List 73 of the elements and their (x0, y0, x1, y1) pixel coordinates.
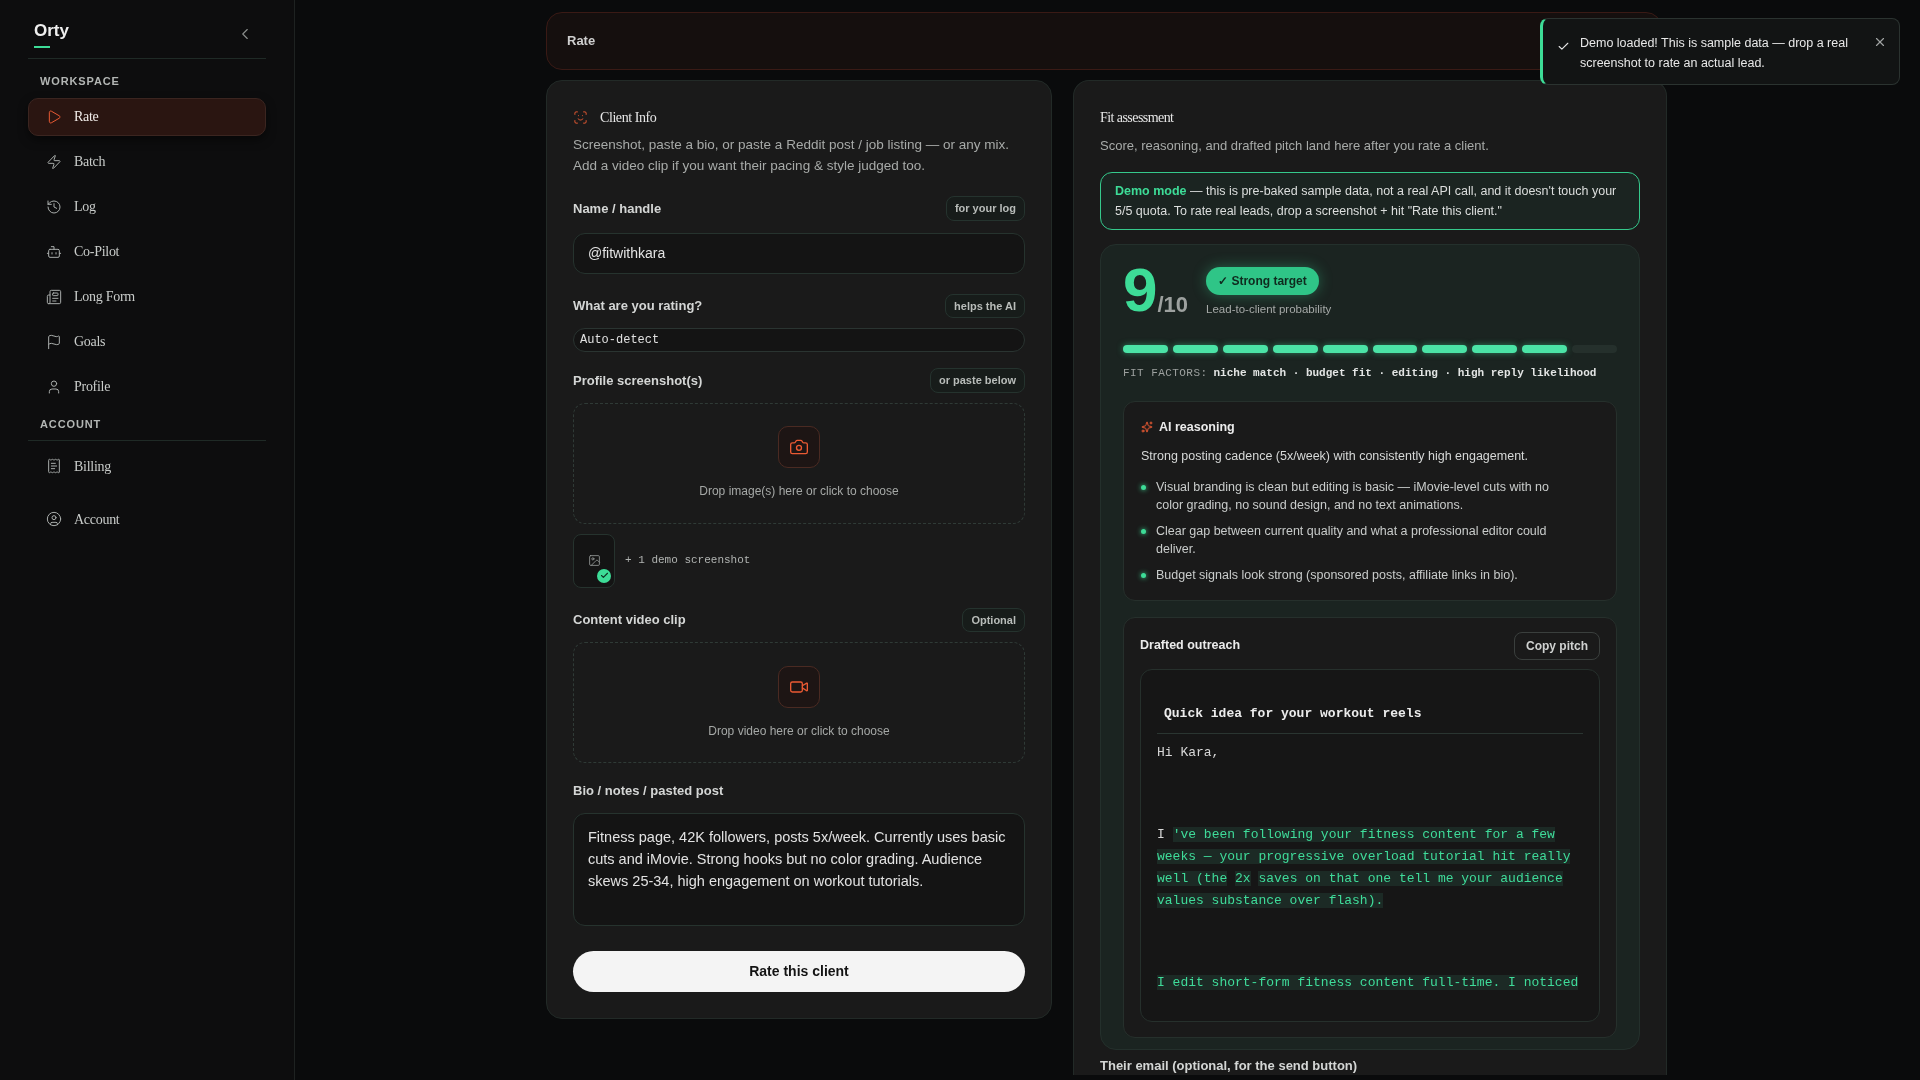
field-tag: for your log (945, 196, 1025, 221)
drop-zone[interactable]: Drop video here or click to choose (573, 642, 1025, 763)
sidebar-item[interactable]: Account (28, 500, 266, 539)
field-label: Bio / notes / pasted post (573, 782, 724, 800)
nav-icon (46, 511, 62, 528)
copy-pitch-button[interactable]: Copy pitch (1514, 631, 1600, 660)
section-heading: ACCOUNT (28, 405, 266, 442)
sidebar-item[interactable]: Rate (28, 97, 266, 136)
card-description: Score, reasoning, and drafted pitch land here after you rate a client. (1100, 137, 1490, 155)
drop-hint: Drop image(s) here or click to choose (699, 483, 899, 500)
type-select[interactable]: Auto-detect (573, 328, 1025, 352)
card-title: Client Info (600, 109, 657, 127)
nav-icon (46, 243, 62, 260)
nav-icon (46, 378, 62, 395)
check-badge (597, 568, 611, 583)
reasoning-point: Visual branding is clean but editing is basic — iMovie-level cuts with no color grading, no sound design, and no text animations. (1156, 478, 1551, 514)
sidebar-item[interactable]: Goals (28, 322, 266, 361)
camera-icon (778, 426, 820, 468)
check-icon (1557, 40, 1570, 53)
sidebar-item[interactable]: Log (28, 187, 266, 226)
card-title: Fit assessment (1100, 109, 1175, 127)
drop-hint: Drop video here or click to choose (708, 722, 890, 740)
nav-icon (46, 288, 62, 305)
close-icon[interactable] (1873, 35, 1887, 49)
reasoning-summary: Strong posting cadence (5x/week) with consistently high engagement. (1141, 447, 1530, 465)
video-icon (778, 665, 820, 708)
sidebar-item[interactable]: Batch (28, 142, 266, 181)
outreach-title: Drafted outreach (1140, 637, 1241, 655)
field-tag: Optional (962, 607, 1025, 632)
field-label: Profile screenshot(s) (573, 371, 703, 390)
section-heading: WORKSPACE (39, 74, 121, 90)
screenshot-thumbnail[interactable] (573, 533, 615, 588)
image-icon (587, 554, 601, 567)
drop-zone[interactable]: Drop image(s) here or click to choose (573, 402, 1025, 524)
name-field[interactable]: @fitwithkara (573, 232, 1025, 274)
fit-factors: niche match · budget fit · editing · high reply likelihood (1213, 365, 1597, 381)
field-label: What are you rating? (573, 297, 703, 315)
sidebar-item[interactable]: Co-Pilot (28, 232, 266, 271)
pitch-paragraph: I edit short-form fitness content full-time. I noticed (1157, 974, 1580, 992)
scan-icon (573, 110, 588, 125)
attachment-count: + 1 demo screenshot (625, 553, 751, 569)
field-label: Name / handle (573, 199, 662, 218)
field-tag: helps the AI (945, 293, 1025, 318)
nav-icon (46, 153, 62, 170)
sidebar-item[interactable]: Long Form (28, 277, 266, 316)
sidebar-item[interactable]: Profile (28, 367, 266, 406)
brand-logo: Orty (34, 20, 69, 42)
email-label: Their email (optional, for the send button) (1100, 1056, 1359, 1075)
nav-icon (46, 108, 62, 125)
score-scale: /10 (1157, 291, 1189, 319)
pitch-paragraph: Hi Kara, (1157, 744, 1221, 762)
card-description: Screenshot, paste a bio, or paste a Reddit post / job listing — or any mix. Add a video clip if you want their pacing & style judged too. (573, 136, 1010, 175)
score-value: 9 (1123, 260, 1158, 319)
field-label: Content video clip (573, 611, 686, 629)
reasoning-title: AI reasoning (1159, 419, 1235, 436)
nav-icon (46, 458, 62, 475)
pitch-paragraph: I 've been following your fitness content for a few weeks — your progressive overload tutorial hit really well (the 2x saves on that one tell me your audience values substance over flash). (1157, 826, 1572, 910)
verdict-badge: ✓ Strong target (1206, 266, 1319, 295)
sidebar-item[interactable]: Billing (28, 447, 266, 486)
page-title: Rate (567, 32, 596, 51)
pitch-subject: Quick idea for your workout reels (1163, 705, 1422, 721)
sparkle-icon (1141, 421, 1153, 434)
reasoning-point: Clear gap between current quality and what a professional editor could deliver. (1156, 522, 1548, 558)
demo-notice: Demo mode — this is pre-baked sample data, not a real API call, and it doesn't touch your 5/5 quota. To rate real leads, drop a screenshot + hit "Rate this client." (1100, 171, 1640, 230)
nav-icon (46, 198, 62, 215)
field-tag: or paste below (929, 368, 1025, 393)
toast-message: Demo loaded! This is sample data — drop a real screenshot to rate an actual lead. (1580, 35, 1849, 72)
bio-textarea[interactable]: Fitness page, 42K followers, posts 5x/week. Currently uses basic cuts and iMovie. Strong hooks but no color grading. Audience skews 25-34, high engagement on workout tutorials. (573, 812, 1025, 926)
nav-icon (46, 333, 62, 350)
factors-label: FIT FACTORS: (1123, 365, 1208, 381)
reasoning-point: Budget signals look strong (sponsored posts, affiliate links in bio). (1156, 566, 1519, 584)
score-caption: Lead-to-client probability (1206, 301, 1332, 317)
rate-button[interactable]: Rate this client (573, 950, 1025, 992)
